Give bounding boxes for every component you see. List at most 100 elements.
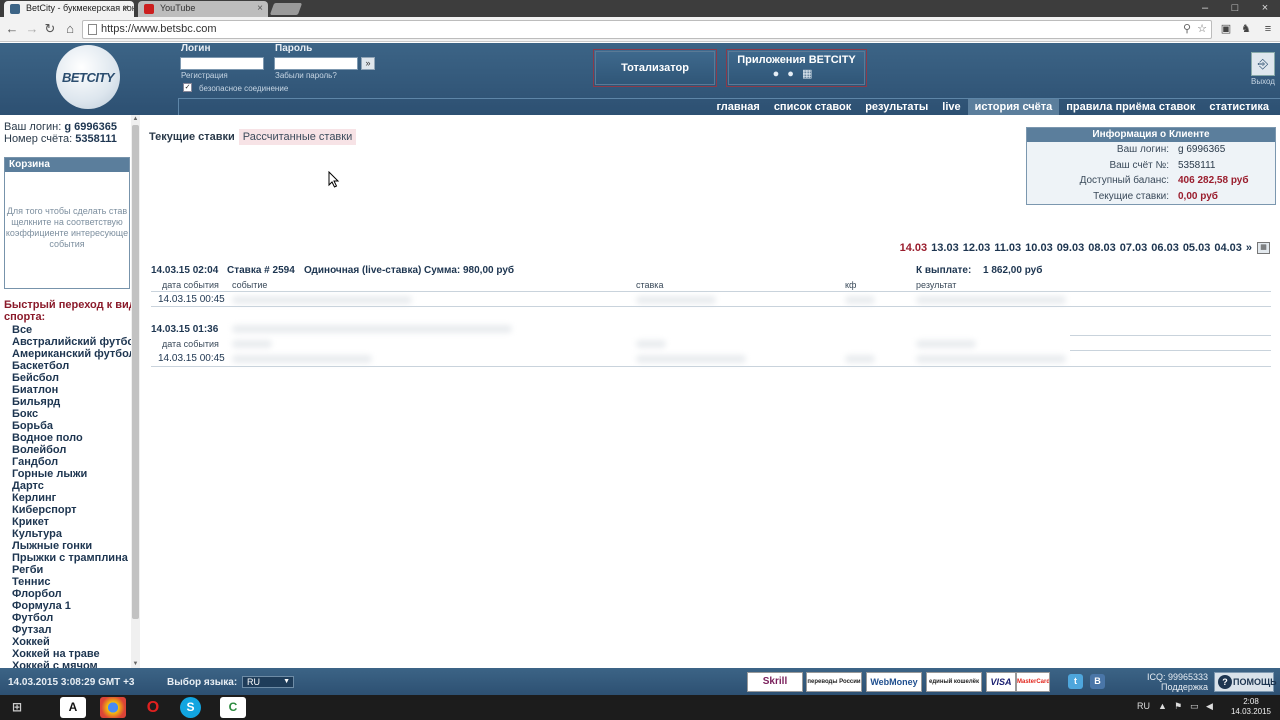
date-link[interactable]: 07.03 xyxy=(1120,242,1148,254)
sport-link[interactable]: Бильярд xyxy=(12,396,140,408)
date-link[interactable]: 13.03 xyxy=(931,242,959,254)
visa-badge[interactable]: VISA xyxy=(986,672,1016,692)
exit-door-icon[interactable]: ⎆ xyxy=(1251,52,1275,76)
tab-current-bets[interactable]: Текущие ставки xyxy=(145,129,239,145)
home-icon[interactable]: ⌂ xyxy=(62,21,78,37)
sport-link[interactable]: Керлинг xyxy=(12,492,140,504)
sport-link[interactable]: Американский футбол xyxy=(12,348,140,360)
app-a-icon[interactable]: A xyxy=(60,697,86,718)
webmoney-badge[interactable]: WebMoney xyxy=(866,672,922,692)
camtasia-icon[interactable]: C xyxy=(220,697,246,718)
sport-link[interactable]: Киберспорт xyxy=(12,504,140,516)
next-dates-link[interactable]: » xyxy=(1246,242,1252,254)
sport-link[interactable]: Футбол xyxy=(12,612,140,624)
sport-link[interactable]: Культура xyxy=(12,528,140,540)
menu-icon[interactable]: ≡ xyxy=(1260,21,1276,37)
sport-link[interactable]: Дартс xyxy=(12,480,140,492)
sport-link[interactable]: Хоккей на траве xyxy=(12,648,140,660)
sport-link[interactable]: Лыжные гонки xyxy=(12,540,140,552)
opera-icon[interactable]: O xyxy=(140,697,166,718)
sport-link[interactable]: Хоккей с мячом xyxy=(12,660,140,668)
login-input[interactable] xyxy=(180,57,264,70)
flag-icon[interactable]: ⚑ xyxy=(1174,701,1182,712)
date-link[interactable]: 14.03 xyxy=(900,242,928,254)
russia-transfers-badge[interactable]: переводы России xyxy=(806,672,862,692)
sport-link[interactable]: Водное поло xyxy=(12,432,140,444)
keyboard-language[interactable]: RU xyxy=(1137,701,1150,711)
minimize-icon[interactable]: – xyxy=(1190,0,1220,16)
secure-connection-checkbox[interactable]: ✓ xyxy=(183,83,192,92)
exit-label[interactable]: Выход xyxy=(1251,77,1275,86)
browser-tab-betcity[interactable]: BetCity - букмекерская кон × xyxy=(4,1,134,17)
sport-link[interactable]: Все xyxy=(12,324,140,336)
language-select[interactable]: RU ▼ xyxy=(242,676,294,688)
sport-link[interactable]: Горные лыжи xyxy=(12,468,140,480)
date-link[interactable]: 09.03 xyxy=(1057,242,1085,254)
date-link[interactable]: 12.03 xyxy=(963,242,991,254)
sport-link[interactable]: Австралийский футбол xyxy=(12,336,140,348)
new-tab-button[interactable] xyxy=(269,3,303,15)
nav-results[interactable]: результаты xyxy=(858,99,935,115)
skrill-badge[interactable]: Skrill xyxy=(747,672,803,692)
help-button[interactable]: ? ПОМОЩЬ xyxy=(1214,672,1277,692)
twitter-icon[interactable]: t xyxy=(1068,674,1083,689)
sport-link[interactable]: Регби xyxy=(12,564,140,576)
date-link[interactable]: 05.03 xyxy=(1183,242,1211,254)
chrome-icon[interactable] xyxy=(100,697,126,718)
sport-link[interactable]: Гандбол xyxy=(12,456,140,468)
sport-link[interactable]: Биатлон xyxy=(12,384,140,396)
date-link[interactable]: 04.03 xyxy=(1214,242,1242,254)
scroll-down-icon[interactable]: ▼ xyxy=(131,661,140,667)
reload-icon[interactable]: ↻ xyxy=(42,21,58,37)
close-icon[interactable]: × xyxy=(123,1,129,16)
wallet-one-badge[interactable]: единый кошелёк xyxy=(926,672,982,692)
nav-account-history[interactable]: история счёта xyxy=(967,99,1060,115)
nav-live[interactable]: live xyxy=(935,99,967,115)
date-link[interactable]: 10.03 xyxy=(1025,242,1053,254)
extension-icon[interactable]: ▣ xyxy=(1218,21,1234,37)
scrollbar-thumb[interactable] xyxy=(132,125,139,619)
network-icon[interactable]: ▭ xyxy=(1190,701,1199,712)
betcity-logo[interactable]: BETCITY xyxy=(56,45,120,109)
address-bar[interactable]: https://www.betsbc.com ⚲ ☆ xyxy=(82,20,1212,39)
sport-link[interactable]: Баскетбол xyxy=(12,360,140,372)
skype-icon[interactable]: S xyxy=(180,697,201,718)
nav-home[interactable]: главная xyxy=(709,99,766,115)
maximize-icon[interactable]: □ xyxy=(1220,0,1250,16)
apps-button[interactable]: Приложения BETCITY ●●▦ xyxy=(726,49,867,87)
bookmark-star-icon[interactable]: ☆ xyxy=(1197,22,1207,35)
windows-start-icon[interactable]: ⊞ xyxy=(4,697,30,718)
system-clock[interactable]: 2:08 14.03.2015 xyxy=(1226,697,1276,717)
nav-rules[interactable]: правила приёма ставок xyxy=(1059,99,1202,115)
sidebar-scrollbar[interactable]: ▲ ▼ xyxy=(131,115,140,668)
browser-tab-youtube[interactable]: YouTube × xyxy=(138,1,268,17)
sport-link[interactable]: Формула 1 xyxy=(12,600,140,612)
password-input[interactable] xyxy=(274,57,358,70)
tray-arrow-icon[interactable]: ▲ xyxy=(1158,701,1167,711)
date-link[interactable]: 11.03 xyxy=(994,242,1021,254)
sport-link[interactable]: Флорбол xyxy=(12,588,140,600)
window-close-icon[interactable]: × xyxy=(1250,0,1280,16)
calendar-icon[interactable]: ▦ xyxy=(1257,242,1270,254)
mastercard-badge[interactable]: MasterCard xyxy=(1016,672,1050,692)
date-link[interactable]: 06.03 xyxy=(1151,242,1179,254)
scroll-up-icon[interactable]: ▲ xyxy=(131,116,140,122)
sport-link[interactable]: Бейсбол xyxy=(12,372,140,384)
sport-link[interactable]: Бокс xyxy=(12,408,140,420)
volume-icon[interactable]: ◀ xyxy=(1206,701,1213,712)
nav-statistics[interactable]: статистика xyxy=(1202,99,1276,115)
tab-settled-bets[interactable]: Рассчитанные ставки xyxy=(238,129,357,145)
forgot-password-link[interactable]: Забыли пароль? xyxy=(275,71,337,80)
sport-link[interactable]: Прыжки с трамплина xyxy=(12,552,140,564)
sport-link[interactable]: Борьба xyxy=(12,420,140,432)
forward-arrow-icon[interactable]: → xyxy=(24,21,40,37)
sport-link[interactable]: Хоккей xyxy=(12,636,140,648)
register-link[interactable]: Регистрация xyxy=(181,71,228,80)
nav-bet-list[interactable]: список ставок xyxy=(767,99,858,115)
extension-icon[interactable]: ♞ xyxy=(1238,21,1254,37)
zoom-icon[interactable]: ⚲ xyxy=(1183,22,1191,35)
sport-link[interactable]: Теннис xyxy=(12,576,140,588)
sport-link[interactable]: Футзал xyxy=(12,624,140,636)
sport-link[interactable]: Волейбол xyxy=(12,444,140,456)
close-icon[interactable]: × xyxy=(257,1,263,16)
